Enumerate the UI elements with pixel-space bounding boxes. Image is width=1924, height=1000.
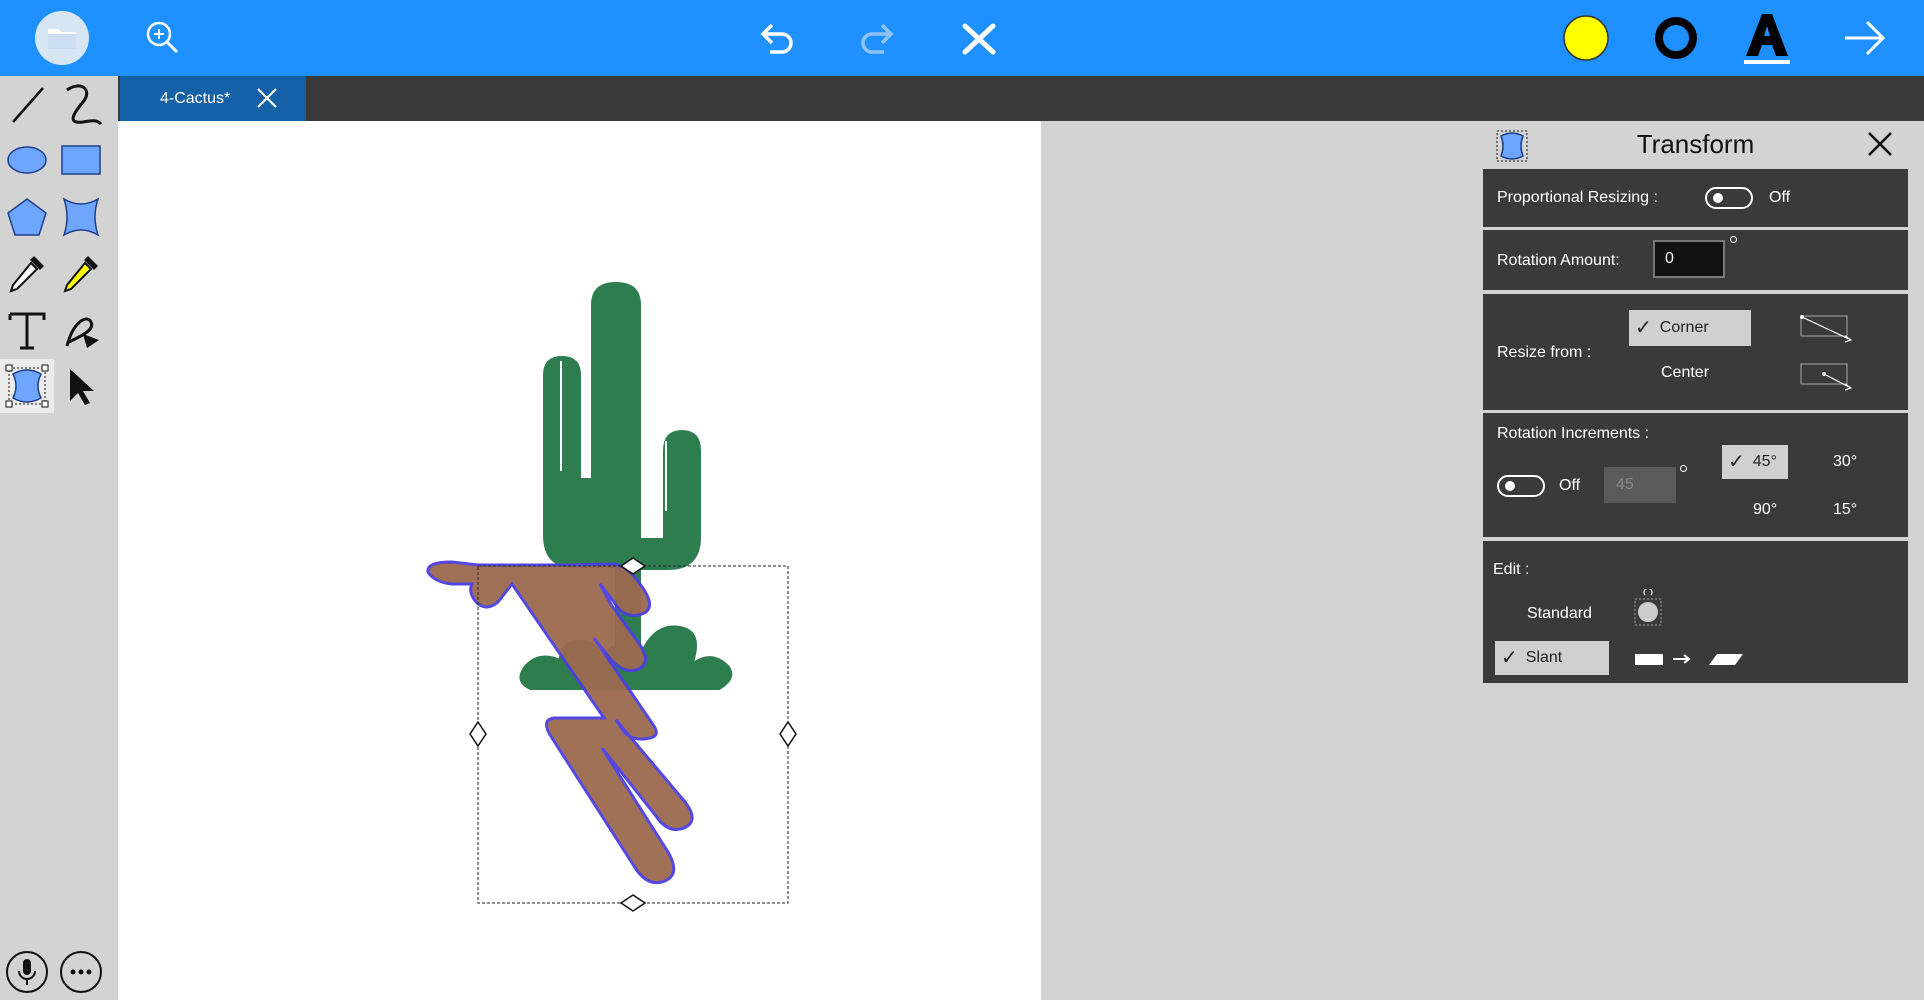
- resize-from-label: Resize from :: [1497, 344, 1592, 361]
- proportional-resizing-state: Off: [1769, 189, 1791, 206]
- right-resize-handle[interactable]: [779, 720, 797, 748]
- tab-4-cactus[interactable]: 4-Cactus*: [120, 76, 306, 121]
- rotation-increments-toggle[interactable]: [1497, 475, 1545, 497]
- fill-color-swatch-icon: [1563, 15, 1609, 61]
- edit-slant-option[interactable]: ✓ Slant: [1495, 641, 1609, 675]
- tab-close-icon[interactable]: [256, 87, 278, 109]
- resize-from-corner-option[interactable]: ✓ Corner: [1629, 310, 1751, 346]
- rotation-increment-custom-input[interactable]: 45: [1604, 467, 1676, 503]
- zoom-button[interactable]: [133, 8, 193, 68]
- top-toolbar: [0, 0, 1924, 76]
- rotation-amount-section: Rotation Amount: 0: [1483, 230, 1908, 290]
- text-tool[interactable]: [0, 303, 54, 357]
- text-style-button[interactable]: [1737, 8, 1797, 68]
- increment-90-option[interactable]: 90°: [1753, 501, 1777, 519]
- transform-panel-header: Transform: [1483, 121, 1908, 169]
- rotation-increments-state: Off: [1559, 477, 1581, 494]
- curve-arrow-icon: [65, 317, 99, 348]
- rotation-amount-label: Rotation Amount:: [1497, 252, 1620, 269]
- arrow-right-icon: [1845, 20, 1886, 56]
- select-tool[interactable]: [54, 359, 108, 413]
- freehand-tool[interactable]: [54, 77, 108, 131]
- next-button[interactable]: [1835, 8, 1895, 68]
- redo-button[interactable]: [848, 8, 908, 68]
- degree-symbol: [1730, 236, 1737, 243]
- pentagon-icon: [7, 198, 47, 236]
- standard-rotate-icon: [1634, 589, 1662, 626]
- proportional-resizing-label: Proportional Resizing :: [1497, 189, 1658, 206]
- ellipse-tool[interactable]: [0, 133, 54, 187]
- bezier-shape-tool[interactable]: [54, 190, 108, 244]
- curved-shape-icon: [62, 197, 100, 237]
- more-options-button[interactable]: [54, 945, 108, 999]
- open-file-button[interactable]: [32, 8, 92, 68]
- eyedropper-icon: [9, 256, 44, 293]
- line-icon: [12, 87, 44, 123]
- proportional-resizing-section: Proportional Resizing : Off: [1483, 169, 1908, 227]
- slant-label: Slant: [1525, 649, 1563, 666]
- fill-color-button[interactable]: [1556, 8, 1616, 68]
- resize-from-center-option[interactable]: Center: [1661, 364, 1709, 382]
- slant-diagram-icon: [1635, 654, 1743, 665]
- degree-symbol: [1680, 465, 1687, 472]
- drawing-canvas[interactable]: [118, 121, 1041, 1000]
- path-text-tool[interactable]: [54, 303, 108, 357]
- checkmark-icon: ✓: [1501, 647, 1518, 669]
- cancel-button[interactable]: [949, 8, 1009, 68]
- eyedropper-stroke-tool[interactable]: [0, 246, 54, 300]
- edit-section: Edit : Standard ✓ Slant: [1483, 541, 1908, 683]
- redo-icon: [861, 23, 894, 54]
- freehand-squiggle-icon: [66, 84, 103, 126]
- tab-label: 4-Cactus*: [160, 89, 231, 107]
- checkmark-icon: ✓: [1728, 451, 1745, 473]
- rotation-amount-input[interactable]: 0: [1653, 240, 1725, 278]
- eyedropper-fill-tool[interactable]: [54, 246, 108, 300]
- edit-standard-option[interactable]: Standard: [1527, 605, 1592, 623]
- folder-icon: [35, 11, 89, 65]
- increment-45-option[interactable]: ✓ 45°: [1722, 445, 1788, 479]
- edit-label: Edit :: [1493, 561, 1530, 578]
- ellipse-icon: [7, 146, 47, 174]
- increment-15-option[interactable]: 15°: [1833, 501, 1857, 519]
- rectangle-icon: [61, 145, 101, 175]
- line-tool[interactable]: [0, 77, 54, 131]
- left-resize-handle[interactable]: [469, 720, 487, 748]
- rotation-increments-label: Rotation Increments :: [1497, 425, 1650, 442]
- corner-label: Corner: [1659, 319, 1709, 336]
- cursor-arrow-icon: [70, 369, 94, 405]
- stroke-color-button[interactable]: [1646, 8, 1706, 68]
- center-resize-diagram-icon: [1800, 363, 1853, 391]
- close-panel-icon[interactable]: [1865, 129, 1895, 159]
- increment-45-label: 45°: [1752, 453, 1777, 470]
- ellipsis-icon: [60, 951, 102, 993]
- rectangle-tool[interactable]: [54, 133, 108, 187]
- stroke-color-ring-icon: [1655, 17, 1697, 59]
- resize-from-section: Resize from : ✓ Corner Center: [1483, 294, 1908, 410]
- cancel-x-icon: [962, 23, 996, 55]
- microphone-icon: [6, 951, 48, 993]
- text-t-icon: [8, 312, 46, 350]
- zoom-in-icon: [146, 21, 179, 54]
- corner-resize-diagram-icon: [1800, 315, 1853, 343]
- transform-panel: Transform Proportional Resizing : Off Ro…: [1483, 121, 1908, 683]
- canvas-drawing: [426, 279, 797, 912]
- document-tab-bar: 4-Cactus*: [118, 76, 1924, 121]
- undo-button[interactable]: [746, 8, 806, 68]
- voice-button[interactable]: [0, 945, 54, 999]
- proportional-resizing-toggle[interactable]: [1705, 187, 1753, 209]
- increment-30-option[interactable]: 30°: [1833, 453, 1857, 471]
- transform-shape-icon: [5, 364, 49, 408]
- eyedropper-fill-icon: [63, 256, 98, 293]
- panel-title: Transform: [1636, 129, 1755, 159]
- checkmark-icon: ✓: [1635, 317, 1652, 339]
- undo-icon: [760, 23, 793, 54]
- transform-tool[interactable]: [0, 359, 54, 413]
- bottom-resize-handle[interactable]: [619, 894, 647, 912]
- brown-cactus-shape[interactable]: [426, 560, 694, 885]
- polygon-tool[interactable]: [0, 190, 54, 244]
- rotation-increments-section: Rotation Increments : Off 45 ✓ 45° 30° 9…: [1483, 413, 1908, 537]
- drawing-tools-panel: [0, 76, 118, 1000]
- text-a-icon: [1744, 14, 1790, 64]
